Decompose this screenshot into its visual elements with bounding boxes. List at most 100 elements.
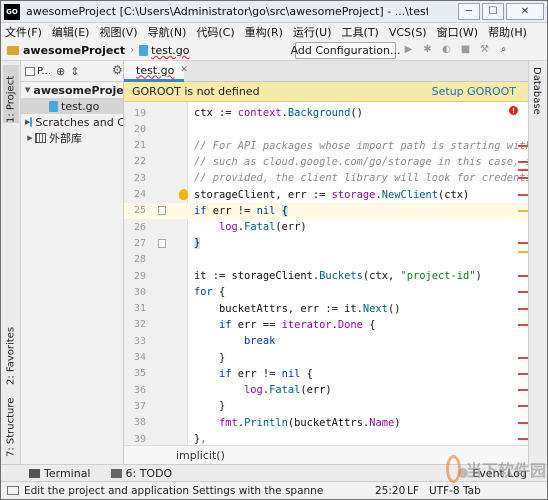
code-line[interactable]: 26 log.Fatal(err)	[124, 219, 528, 235]
error-stripe-mark[interactable]	[518, 356, 528, 359]
code-editor[interactable]: 19 ctx := context.Background() 20 21 // For …	[124, 102, 528, 445]
code-line[interactable]: 30 for {	[124, 284, 528, 300]
error-stripe-mark[interactable]	[518, 177, 528, 180]
error-stripe-mark[interactable]	[518, 438, 528, 440]
code-line[interactable]: 38 fmt.Println(bucketAttrs.Name)	[124, 415, 528, 431]
error-stripe-mark[interactable]	[518, 389, 528, 392]
error-indicator-icon[interactable]: !	[509, 106, 518, 115]
build-icon[interactable]: ⚒	[479, 43, 490, 56]
menu-edit[interactable]: 编辑(E)	[52, 24, 90, 40]
breadcrumb-project[interactable]: awesomeProject	[23, 44, 125, 57]
coverage-icon[interactable]: ◐	[441, 43, 452, 56]
line-number[interactable]: 37	[124, 401, 146, 412]
menu-navigate[interactable]: 导航(N)	[148, 24, 187, 40]
error-stripe-mark[interactable]	[518, 144, 528, 147]
editor-tab-test-go[interactable]: test.go ✕	[124, 61, 188, 82]
project-tool-tab[interactable]: 1: Project	[3, 65, 19, 123]
tree-item-folder[interactable]: ▼awesomeProject	[21, 82, 123, 98]
caret-position[interactable]: 25:20	[375, 485, 405, 497]
tool-windows-icon[interactable]	[7, 486, 19, 495]
error-stripe-mark[interactable]	[518, 421, 528, 424]
line-number[interactable]: 29	[124, 271, 146, 282]
collapse-icon[interactable]: ⇕	[70, 65, 79, 78]
code-line[interactable]: 22 // such as cloud.google.com/go/storage…	[124, 154, 528, 170]
close-button[interactable]: ✕	[506, 3, 544, 20]
tree-item-scratch[interactable]: ▶ Scratches and C	[21, 114, 123, 130]
code-line[interactable]: 33 break	[124, 333, 528, 349]
line-number[interactable]: 26	[124, 222, 146, 233]
line-number[interactable]: 31	[124, 303, 146, 314]
setup-goroot-link[interactable]: Setup GOROOT	[432, 85, 516, 98]
error-stripe-mark[interactable]	[518, 307, 528, 310]
line-number[interactable]: 36	[124, 385, 146, 396]
fold-marker-icon[interactable]	[158, 238, 166, 248]
code-line[interactable]: 28	[124, 252, 528, 268]
favorites-tool-tab[interactable]: 2: Favorites	[3, 313, 19, 385]
error-stripe-mark[interactable]	[518, 193, 528, 196]
run-icon[interactable]: ▶	[403, 43, 414, 56]
error-stripe-mark[interactable]	[518, 250, 528, 253]
error-stripe-mark[interactable]	[518, 291, 528, 294]
error-stripe-mark[interactable]	[518, 323, 528, 326]
line-number[interactable]: 21	[124, 140, 146, 151]
line-number[interactable]: 35	[124, 368, 146, 379]
error-stripe-mark[interactable]	[518, 169, 528, 172]
code-line[interactable]: 29 it := storageClient.Buckets(ctx, "proj…	[124, 268, 528, 284]
line-number[interactable]: 20	[124, 124, 146, 135]
debug-icon[interactable]: ✱	[422, 43, 433, 56]
menu-run[interactable]: 运行(U)	[293, 24, 332, 40]
error-stripe-mark[interactable]	[518, 242, 528, 245]
error-stripe-mark[interactable]	[518, 160, 528, 163]
search-icon[interactable]: ⌕	[498, 43, 509, 56]
line-number[interactable]: 22	[124, 156, 146, 167]
locate-icon[interactable]: ⊕	[56, 65, 65, 78]
maximize-button[interactable]: ☐	[482, 3, 504, 20]
intention-bulb-icon[interactable]	[179, 189, 188, 200]
tree-item-library[interactable]: ▶ 外部库	[21, 130, 123, 146]
line-number[interactable]: 28	[124, 254, 146, 265]
line-number[interactable]: 33	[124, 336, 146, 347]
menu-refactor[interactable]: 重构(R)	[245, 24, 283, 40]
breadcrumb-file[interactable]: test.go	[151, 44, 189, 57]
code-line[interactable]: 35 if err != nil {	[124, 366, 528, 382]
error-stripe-mark[interactable]	[518, 209, 528, 212]
menu-tools[interactable]: 工具(T)	[342, 24, 379, 40]
structure-tool-tab[interactable]: 7: Structure	[3, 391, 19, 457]
menu-help[interactable]: 帮助(H)	[488, 24, 527, 40]
error-stripe-mark[interactable]	[518, 275, 528, 277]
line-number[interactable]: 25	[124, 205, 146, 216]
code-line[interactable]: 23 // provided, the client library will l…	[124, 170, 528, 186]
add-configuration-button[interactable]: Add Configuration...	[291, 42, 400, 59]
terminal-tool-tab[interactable]: Terminal	[29, 467, 91, 480]
close-tab-icon[interactable]: ✕	[180, 65, 188, 75]
project-view-selector[interactable]: P...	[25, 66, 51, 77]
code-line[interactable]: 27}	[124, 235, 528, 251]
line-number[interactable]: 39	[124, 434, 146, 445]
minimize-button[interactable]: ─	[458, 3, 480, 20]
tree-item-file[interactable]: test.go	[21, 98, 123, 114]
error-stripe-mark[interactable]	[518, 372, 528, 375]
menu-file[interactable]: 文件(F)	[5, 24, 42, 40]
error-stripe-mark[interactable]	[518, 405, 528, 408]
code-line[interactable]: 34 }	[124, 350, 528, 366]
code-line[interactable]: 39},	[124, 431, 528, 445]
menu-window[interactable]: 窗口(W)	[437, 24, 478, 40]
line-number[interactable]: 34	[124, 352, 146, 363]
line-number[interactable]: 32	[124, 319, 146, 330]
line-separator[interactable]: LF	[407, 485, 419, 497]
code-line[interactable]: 20	[124, 121, 528, 137]
line-number[interactable]: 30	[124, 287, 146, 298]
code-line[interactable]: 31 bucketAttrs, err := it.Next()	[124, 301, 528, 317]
code-line[interactable]: 25 if err != nil {	[124, 202, 528, 219]
menu-vcs[interactable]: VCS(S)	[389, 26, 427, 39]
code-line[interactable]: 37 }	[124, 398, 528, 414]
code-line[interactable]: 36 log.Fatal(err)	[124, 382, 528, 398]
stop-icon[interactable]: ■	[460, 43, 471, 56]
error-stripe[interactable]	[518, 102, 528, 445]
line-number[interactable]: 27	[124, 238, 146, 249]
database-tool-tab[interactable]: Database	[531, 67, 542, 115]
menu-code[interactable]: 代码(C)	[196, 24, 234, 40]
line-number[interactable]: 19	[124, 108, 146, 119]
code-line[interactable]: 32 if err == iterator.Done {	[124, 317, 528, 333]
code-line[interactable]: 24 storageClient, err := storage.NewClien…	[124, 187, 528, 203]
